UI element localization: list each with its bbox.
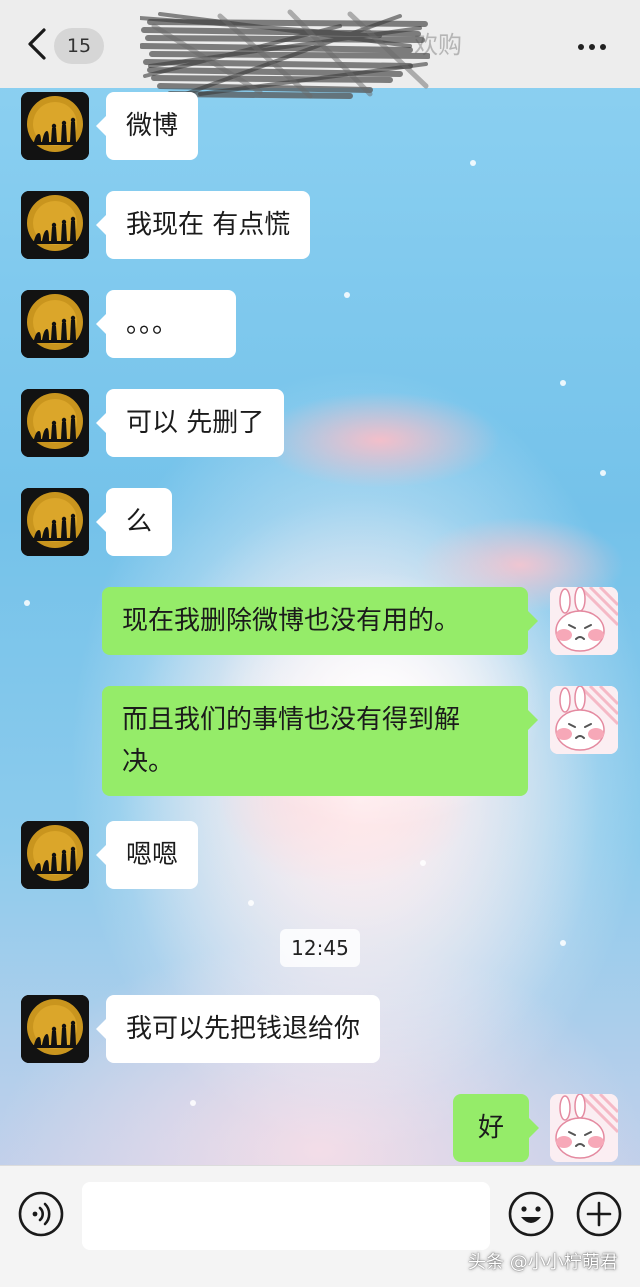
redaction-scribble: [140, 9, 430, 99]
voice-icon: [18, 1191, 64, 1237]
emoji-button[interactable]: [507, 1190, 555, 1238]
evolution-silhouette-icon: [21, 995, 89, 1063]
message-timestamp: 12:45: [280, 929, 360, 967]
evolution-silhouette-icon: [21, 821, 89, 889]
contact-avatar[interactable]: [21, 488, 89, 556]
contact-avatar[interactable]: [21, 290, 89, 358]
watermark: 头条 @小小柠萌君: [468, 1252, 618, 1273]
wallpaper-snowflake: [190, 1100, 196, 1106]
evolution-silhouette-icon: [21, 92, 89, 160]
message-bubble-incoming[interactable]: 可以 先删了: [95, 389, 285, 457]
message-bubble-outgoing[interactable]: 现在我删除微博也没有用的。: [102, 587, 538, 655]
wallpaper-snowflake: [24, 600, 30, 606]
evolution-silhouette-icon: [21, 191, 89, 259]
my-avatar[interactable]: [550, 686, 618, 754]
wallpaper-snowflake: [560, 380, 566, 386]
contact-avatar[interactable]: [21, 92, 89, 160]
unread-count-badge[interactable]: 15: [54, 28, 104, 64]
my-avatar[interactable]: [550, 1094, 618, 1162]
wallpaper-snowflake: [248, 900, 254, 906]
contact-avatar[interactable]: [21, 389, 89, 457]
more-dots-icon: [589, 44, 595, 50]
wallpaper-snowflake: [420, 860, 426, 866]
add-button[interactable]: [575, 1190, 623, 1238]
evolution-silhouette-icon: [21, 290, 89, 358]
bunny-icon: [550, 587, 618, 655]
emoji-icon: [508, 1191, 554, 1237]
more-dots-icon: [600, 44, 606, 50]
message-bubble-incoming[interactable]: 么: [95, 488, 173, 556]
contact-avatar[interactable]: [21, 995, 89, 1063]
message-bubble-outgoing[interactable]: 而且我们的事情也没有得到解决。: [102, 686, 538, 796]
more-dots-icon: [578, 44, 584, 50]
wallpaper-snowflake: [560, 940, 566, 946]
bunny-icon: [550, 686, 618, 754]
message-input[interactable]: [82, 1182, 490, 1250]
more-button[interactable]: [570, 28, 614, 64]
message-bubble-outgoing[interactable]: 好: [453, 1094, 539, 1162]
plus-icon: [576, 1191, 622, 1237]
message-bubble-incoming[interactable]: 我可以先把钱退给你: [95, 995, 381, 1063]
message-bubble-incoming[interactable]: 微博: [95, 92, 199, 160]
chat-header: 15 欢购: [0, 0, 640, 99]
evolution-silhouette-icon: [21, 488, 89, 556]
evolution-silhouette-icon: [21, 389, 89, 457]
message-bubble-incoming[interactable]: 。。。: [96, 290, 236, 358]
wallpaper-snowflake: [600, 470, 606, 476]
my-avatar[interactable]: [550, 587, 618, 655]
bunny-icon: [550, 1094, 618, 1162]
wallpaper-snowflake: [344, 292, 350, 298]
message-bubble-incoming[interactable]: 嗯嗯: [95, 821, 199, 889]
message-bubble-incoming[interactable]: 我现在 有点慌: [95, 191, 311, 259]
contact-avatar[interactable]: [21, 191, 89, 259]
wallpaper-snowflake: [470, 160, 476, 166]
voice-button[interactable]: [17, 1190, 65, 1238]
contact-avatar[interactable]: [21, 821, 89, 889]
